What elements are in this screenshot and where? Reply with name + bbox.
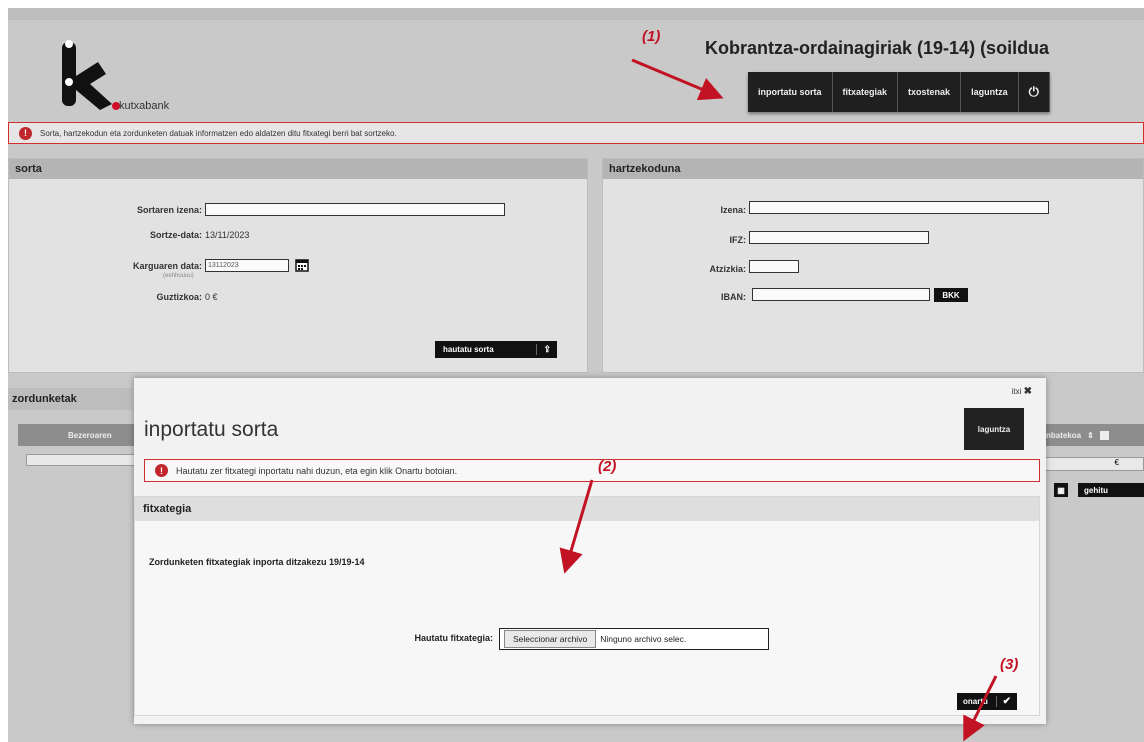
annotation-arrow-2 [559,479,594,574]
annotation-arrow-1 [631,58,724,101]
annotation-arrow-3 [963,675,998,742]
annotation-arrows [559,58,998,742]
annotation-label-3: (3) [1000,656,1019,673]
annotation-label-1: (1) [642,28,661,45]
annotation-label-2: (2) [598,458,617,475]
